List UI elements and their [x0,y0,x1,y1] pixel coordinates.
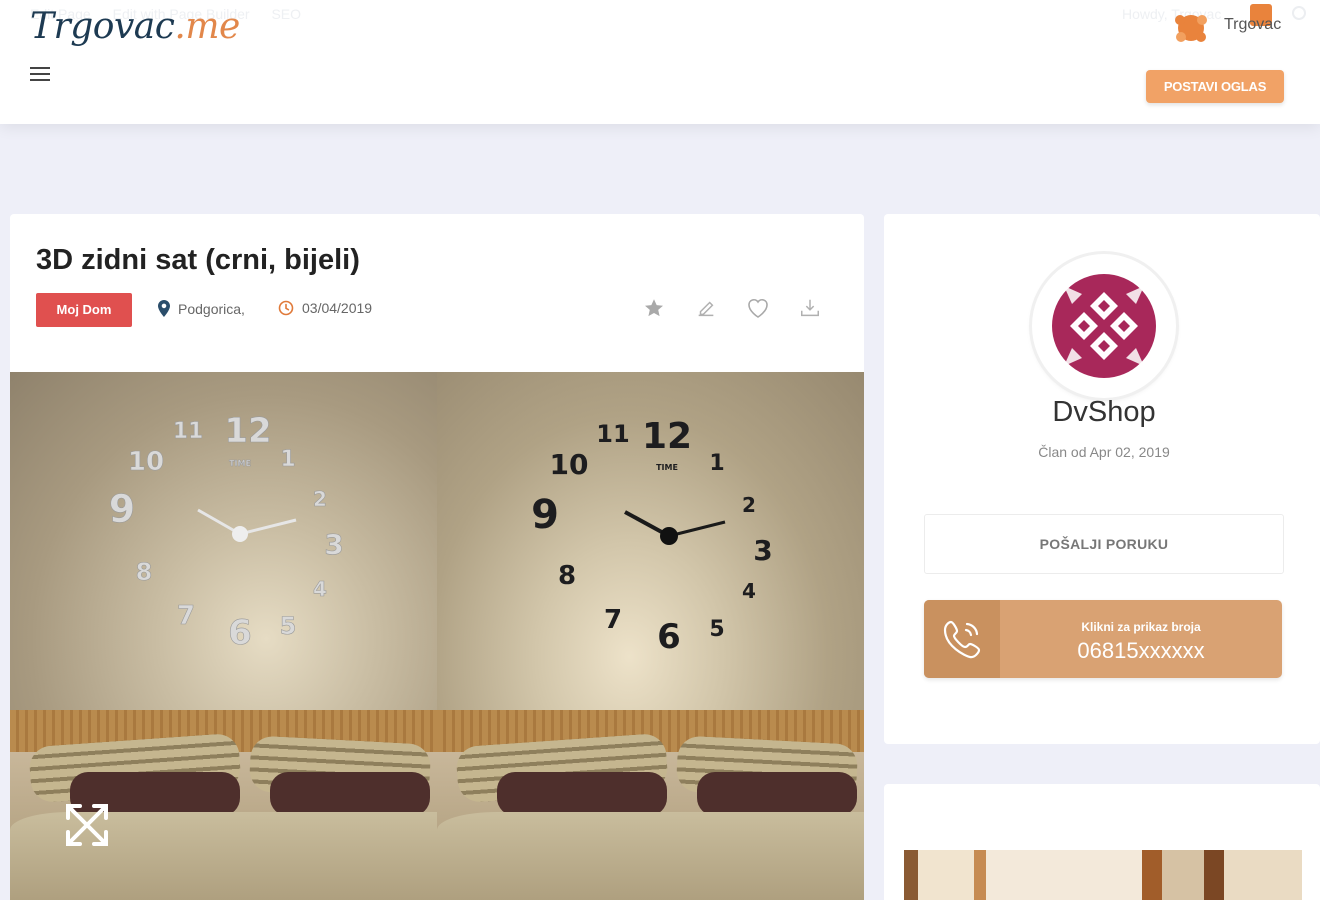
related-listing-card [884,784,1320,900]
user-avatar-icon[interactable] [1172,10,1210,46]
listing-gallery[interactable]: 12 11 10 9 8 7 6 5 4 3 2 1 TIME 12 11 10… [10,372,864,900]
clock-number: 11 [173,419,204,444]
fullscreen-icon[interactable] [64,802,110,848]
show-phone-button[interactable]: Klikni za prikaz broja 06815xxxxxx [924,600,1282,678]
clock-number: 1 [709,451,724,476]
phone-hint: Klikni za prikaz broja [1081,620,1201,634]
location-pin-icon [158,300,170,317]
listing-location: Podgorica, [158,300,245,317]
edit-icon[interactable] [694,296,718,320]
silver-wall-clock: 12 11 10 9 8 7 6 5 4 3 2 1 TIME [108,411,344,654]
clock-icon [278,300,294,316]
clock-word: TIME [656,463,678,472]
logo-tld-text: .me [174,6,240,47]
listing-title: 3D zidni sat (crni, bijeli) [36,244,360,276]
clock-number: 10 [550,448,589,481]
clock-number: 6 [228,613,252,653]
clock-number: 8 [558,561,576,591]
clock-number: 2 [742,493,756,517]
clock-number: 3 [753,534,772,567]
phone-icon-box [924,600,1000,678]
listing-date: 03/04/2019 [278,300,372,316]
seller-name[interactable]: DvShop [884,396,1320,429]
star-icon[interactable] [642,296,666,320]
post-ad-button[interactable]: POSTAVI OGLAS [1146,70,1284,103]
clock-number: 1 [280,447,295,472]
phone-icon [943,620,981,659]
clock-number: 5 [709,617,724,642]
clock-number: 5 [280,612,297,640]
listing-card: 3D zidni sat (crni, bijeli) Moj Dom Podg… [10,214,864,900]
clock-number: 2 [313,487,327,511]
site-logo[interactable]: Trgovac.me [30,6,240,47]
location-text: Podgorica, [178,300,245,317]
listing-actions [642,296,822,320]
gallery-photo-black[interactable]: 12 11 10 9 8 7 6 5 4 3 2 1 TIME [437,372,864,900]
seller-logo-icon [1052,274,1156,378]
download-icon[interactable] [798,296,822,320]
category-badge[interactable]: Moj Dom [36,293,132,327]
clock-number: 7 [177,601,195,631]
clock-word: TIME [229,459,251,468]
heart-icon[interactable] [746,296,770,320]
send-message-button[interactable]: POŠALJI PORUKU [924,514,1284,574]
phone-number: 06815xxxxxx [1077,638,1205,663]
seller-avatar[interactable] [1032,254,1176,398]
clock-number: 12 [224,411,271,451]
admin-link-seo[interactable]: SEO [271,6,301,22]
related-listing-thumbnail[interactable] [904,850,1302,900]
clock-number: 4 [742,579,756,603]
seller-card: DvShop Član od Apr 02, 2019 POŠALJI PORU… [884,214,1320,744]
black-wall-clock: 12 11 10 9 8 7 6 5 4 3 2 1 TIME [531,416,773,657]
admin-search-icon[interactable] [1292,6,1306,20]
clock-number: 10 [128,447,164,477]
clock-number: 3 [324,528,343,561]
clock-number: 6 [657,617,681,657]
clock-number: 7 [604,605,622,635]
member-since: Član od Apr 02, 2019 [1038,444,1170,460]
gallery-photo-silver[interactable]: 12 11 10 9 8 7 6 5 4 3 2 1 TIME [10,372,437,900]
date-text: 03/04/2019 [302,300,373,316]
clock-number: 8 [136,558,153,586]
logo-main-text: Trgovac [30,6,175,47]
user-name[interactable]: Trgovac [1224,16,1281,34]
clock-number: 4 [313,577,327,601]
site-header: Edit Page Edit with Page Builder SEO How… [0,0,1320,124]
clock-number: 9 [109,487,135,531]
menu-icon[interactable] [30,67,50,83]
clock-number: 9 [531,492,559,538]
clock-number: 12 [642,416,692,457]
clock-number: 11 [596,420,629,448]
